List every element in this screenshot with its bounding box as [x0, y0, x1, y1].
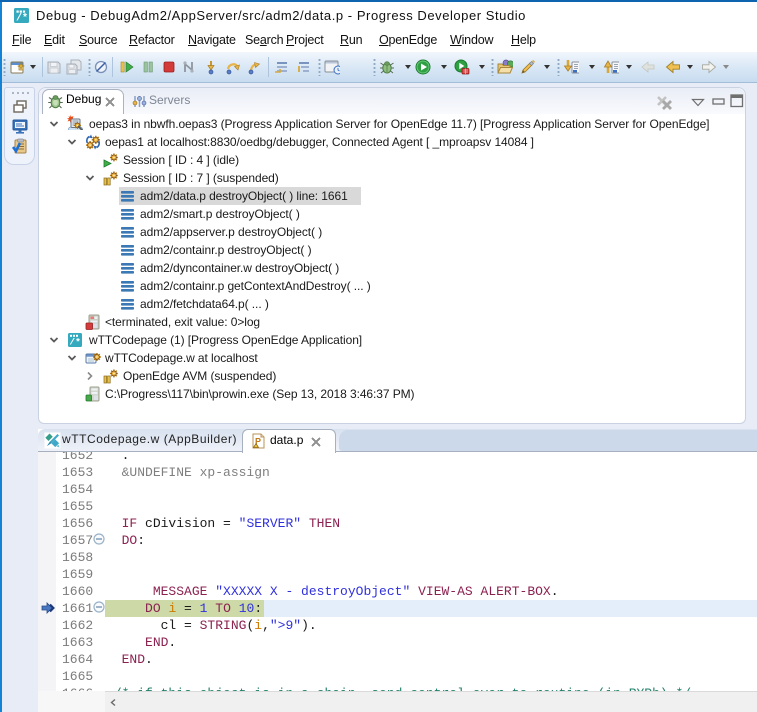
svg-text:/*: /* — [16, 13, 28, 24]
